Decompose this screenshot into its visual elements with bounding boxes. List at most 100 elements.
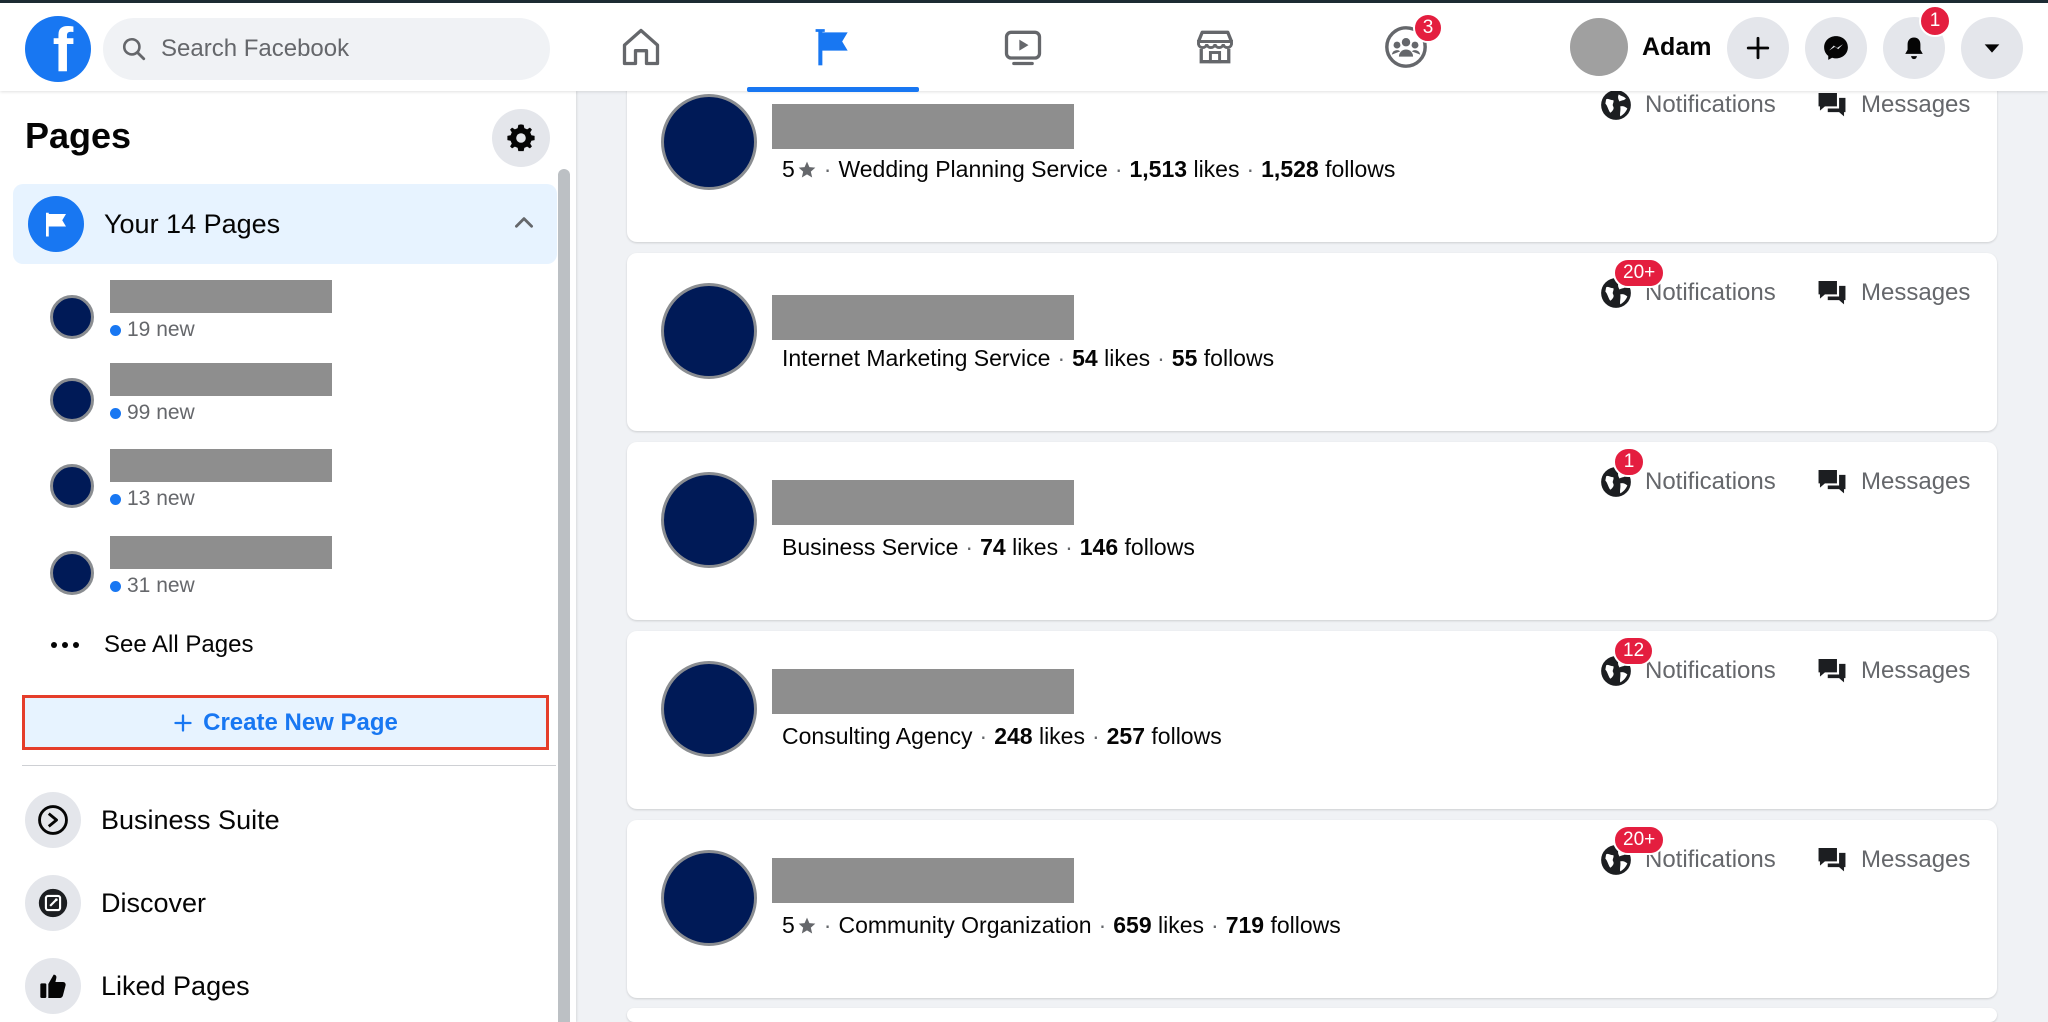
sidebar-item-label: Discover [101,887,207,918]
page-avatar [661,850,757,946]
notification-count-badge: 12 [1613,636,1655,666]
messages-label: Messages [1861,468,1971,495]
messages-link[interactable]: Messages [1815,276,1970,310]
sidebar-page-item[interactable]: 19 new [50,280,350,344]
search-box[interactable] [103,18,550,80]
sidebar-page-item[interactable]: 13 new [50,449,350,513]
page-card[interactable]: 5 · Community Organization · 659 likes ·… [627,820,1997,998]
likes-count: 74 [980,534,1006,560]
settings-button[interactable] [492,109,550,167]
tab-pages[interactable] [747,3,919,92]
store-icon [1196,30,1234,64]
notification-count-badge: 20+ [1613,825,1666,855]
meta-separator: · [1057,345,1066,371]
create-new-page-label: Create New Page [203,708,398,736]
messages-icon [1818,280,1846,305]
notifications-badge: 1 [1919,5,1951,37]
your-pages-section[interactable]: Your 14 Pages [13,184,557,264]
tab-groups[interactable]: 3 [1320,3,1492,91]
page-new-count: 19 new [127,318,195,341]
messages-icon [1818,658,1846,683]
globe-icon [1601,90,1631,120]
rating-value: 5 [782,156,795,182]
discover-icon [38,888,68,918]
messages-link[interactable]: Messages [1815,465,1970,499]
likes-count: 659 [1113,912,1152,938]
meta-separator: · [965,534,974,560]
page-avatar [50,295,94,339]
sidebar-scrollbar[interactable] [558,169,570,1022]
plus-icon [174,713,192,732]
search-input[interactable] [161,35,521,63]
account-menu-button[interactable] [1961,17,2023,79]
page-new-count: 13 new [127,487,195,510]
sidebar-item-business-suite[interactable]: Business Suite [25,791,280,849]
page-card[interactable]: Consulting Agency · 248 likes · 257 foll… [627,631,1997,809]
gear-icon [507,124,535,152]
page-card[interactable]: Business Service · 74 likes · 146 follow… [627,442,1997,620]
meta-separator: · [979,723,988,749]
facebook-logo-letter: f [52,16,74,82]
tab-home[interactable] [555,3,727,91]
page-meta: 5 · Wedding Planning Service · 1,513 lik… [782,156,1395,183]
page-category: Community Organization [838,912,1092,938]
sidebar-page-item[interactable]: 99 new [50,363,350,427]
messages-link[interactable]: Messages [1815,843,1970,877]
follows-label: follows [1270,912,1341,938]
messenger-button[interactable] [1805,17,1867,79]
page-avatar [661,283,757,379]
page-category: Consulting Agency [782,723,973,749]
sidebar-title: Pages [25,115,132,156]
meta-separator: · [823,156,832,182]
follows-label: follows [1124,534,1195,560]
tab-watch[interactable] [937,3,1109,91]
notifications-button[interactable]: 1 [1883,5,1951,79]
page-avatar [50,551,94,595]
notifications-label: Notifications [1645,91,1776,118]
facebook-logo[interactable]: f [25,16,91,82]
follows-count: 257 [1106,723,1146,749]
groups-badge: 3 [1413,13,1443,43]
likes-label: likes [1193,156,1240,182]
avatar [1570,18,1628,76]
notifications-label: Notifications [1645,279,1776,306]
messages-label: Messages [1861,279,1971,306]
meta-separator: · [1065,534,1073,560]
sidebar-item-liked-pages[interactable]: Liked Pages [25,957,250,1015]
page-avatar [50,464,94,508]
page-new-count: 99 new [127,401,195,424]
tab-marketplace[interactable] [1129,3,1301,91]
page-meta: 5 · Community Organization · 659 likes ·… [782,912,1341,939]
follows-label: follows [1151,723,1222,749]
profile-button[interactable]: Adam [1570,17,1711,77]
page-avatar [661,472,757,568]
notifications-link[interactable]: Notifications [1599,88,1776,122]
create-button[interactable] [1727,17,1789,79]
meta-separator: · [1246,156,1255,182]
messages-link[interactable]: Messages [1815,88,1970,122]
more-dots-icon [51,642,79,648]
messages-label: Messages [1861,657,1971,684]
flag-icon [815,29,848,66]
page-meta: Business Service · 74 likes · 146 follow… [782,534,1195,561]
messenger-icon [1824,36,1848,60]
page-category: Business Service [782,534,959,560]
redacted-page-name [110,280,332,313]
chevron-up-icon[interactable] [511,210,537,236]
create-new-page-button[interactable]: Create New Page [22,695,549,750]
messages-icon [1818,847,1846,872]
sidebar-item-discover[interactable]: Discover [25,874,206,932]
page-card[interactable]: Internet Marketing Service · 54 likes · … [627,253,1997,431]
see-all-pages-link[interactable]: See All Pages [50,631,253,659]
sidebar-item-label: Liked Pages [101,970,250,1001]
sidebar-page-item[interactable]: 31 new [50,536,350,600]
star-icon [798,917,816,933]
caret-down-icon [1984,44,2000,53]
page-meta: Consulting Agency · 248 likes · 257 foll… [782,723,1222,750]
meta-separator: · [1211,912,1219,938]
page-card[interactable] [627,1008,1997,1022]
likes-label: likes [1158,912,1205,938]
redacted-page-name [772,480,1074,525]
messages-link[interactable]: Messages [1815,654,1970,688]
notification-count-badge: 20+ [1613,258,1666,288]
